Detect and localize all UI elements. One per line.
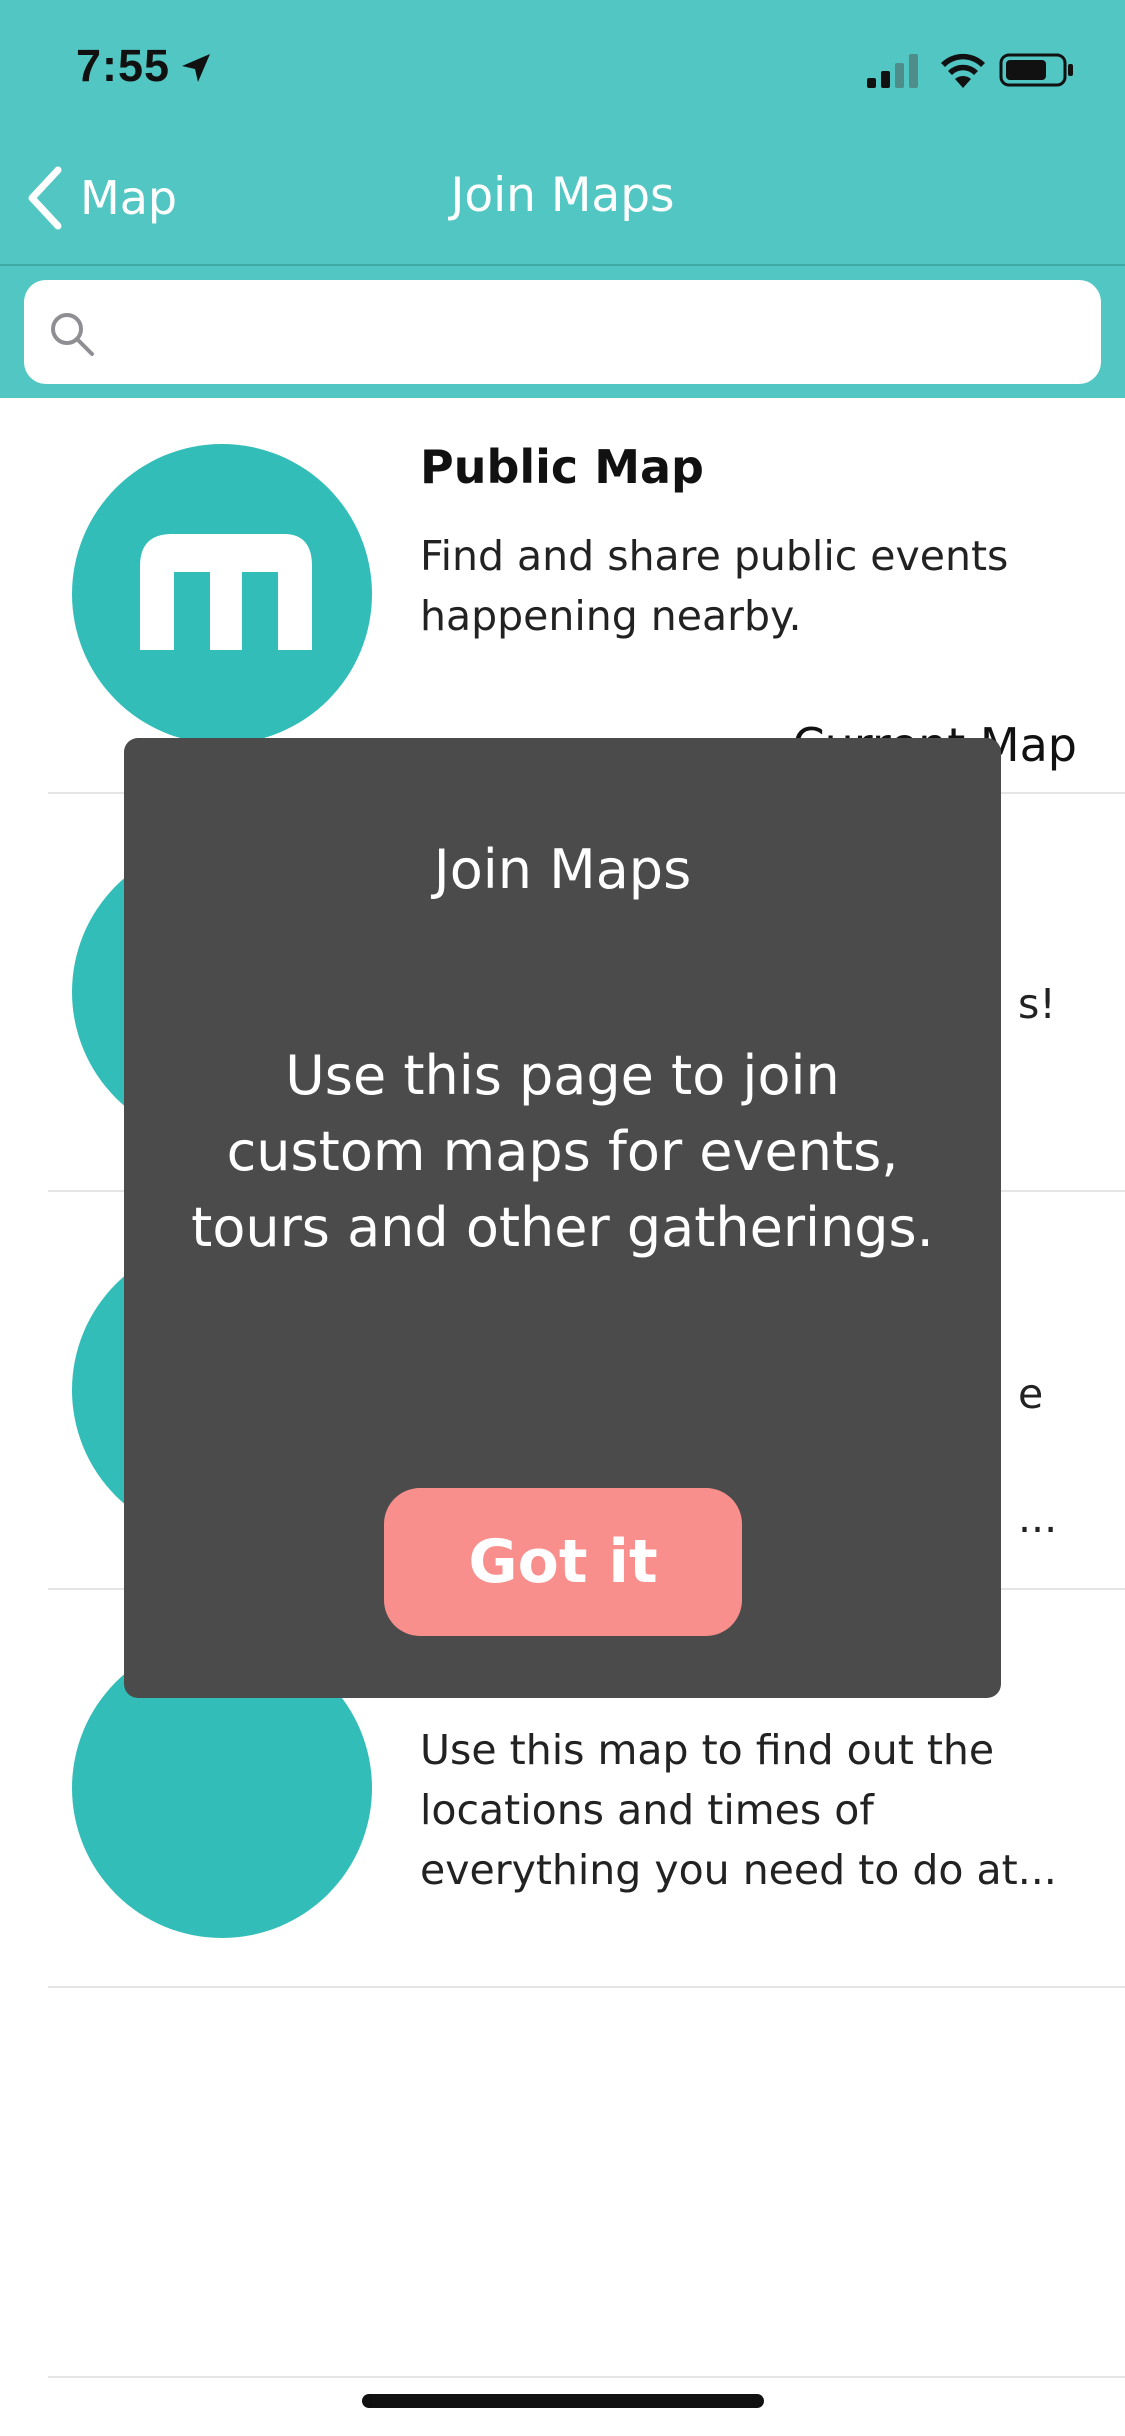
battery-icon [999, 53, 1073, 87]
search-box[interactable] [24, 280, 1101, 384]
location-arrow-icon [182, 54, 210, 82]
map-description: s! [1018, 980, 1056, 1028]
page-title: Join Maps [450, 168, 675, 223]
status-time: 7:55 [76, 40, 171, 91]
home-indicator[interactable] [362, 2394, 764, 2408]
map-description: e ... [1018, 1370, 1058, 1542]
got-it-button[interactable]: Got it [384, 1488, 742, 1636]
divider [48, 2376, 1125, 2378]
map-title: Public Map [420, 440, 704, 494]
list-item[interactable]: Public Map Find and share public events … [48, 396, 1125, 794]
map-avatar [72, 444, 372, 744]
status-icons [865, 50, 1085, 90]
cellular-signal-icon [867, 54, 918, 88]
onboarding-modal: Join Maps Use this page to join custom m… [124, 738, 1001, 1698]
search-icon [51, 313, 94, 356]
modal-title: Join Maps [433, 838, 692, 901]
modal-body: Use this page to join custom maps for ev… [191, 1044, 934, 1259]
header: 7:55 Map Join Maps [0, 0, 1125, 264]
map-description: Use this map to find out the locations a… [420, 1726, 1057, 1894]
search-bar [0, 264, 1125, 398]
search-input[interactable] [120, 300, 1084, 366]
map-description: Find and share public events happening n… [420, 532, 1009, 640]
wifi-icon [941, 53, 985, 88]
m-logo-icon [140, 534, 312, 650]
